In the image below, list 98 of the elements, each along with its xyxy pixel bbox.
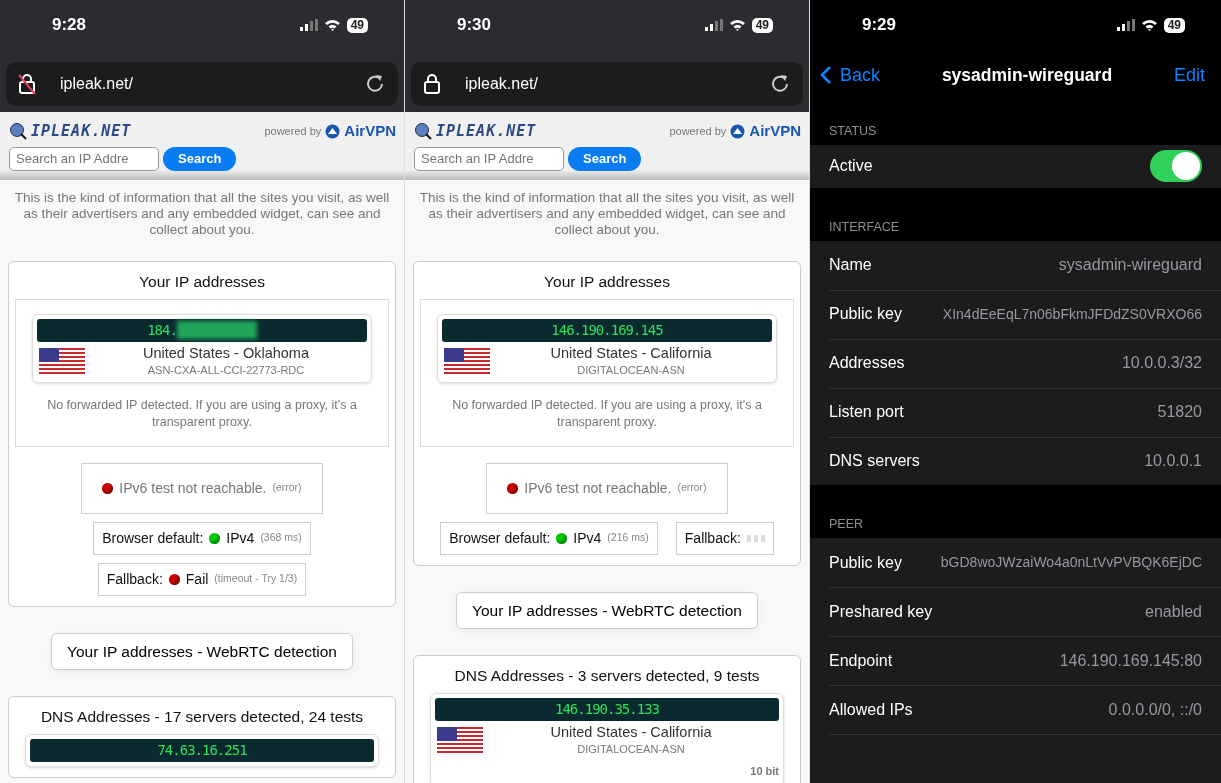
- row-value: enabled: [1145, 601, 1202, 622]
- address-bar[interactable]: ipleak.net/: [411, 62, 803, 106]
- location-text: United States - Oklahoma: [142, 345, 310, 362]
- test-label: Browser default:: [449, 528, 551, 548]
- forward-note: No forwarded IP detected. If you are using a proxy, it's a transparent proxy.: [46, 397, 358, 430]
- row-label: Allowed IPs: [829, 699, 913, 720]
- location-text: United States - California: [549, 725, 713, 742]
- signal-icon: [1116, 19, 1135, 31]
- intro-paragraph: This is the kind of information that all the sites you visit, as well as their advertisers and any embedded widget, can see and collect about you.: [418, 189, 796, 240]
- test-note: (368 ms): [260, 530, 302, 546]
- test-note: (216 ms): [607, 530, 649, 546]
- card-title: Your IP addresses: [138, 271, 266, 292]
- wifi-icon: [1140, 19, 1158, 31]
- test-value: IPv4: [226, 528, 255, 548]
- battery-level: 49: [751, 17, 773, 33]
- powered-by-text: powered by: [264, 124, 322, 139]
- wifi-icon: [323, 19, 341, 31]
- site-logo[interactable]: IPLEAK.NET: [436, 120, 537, 143]
- ip-address: 74.63.16.251: [157, 741, 247, 761]
- test-value: IPv4: [573, 528, 602, 548]
- card-title: DNS Addresses - 3 servers detected, 9 tests: [453, 666, 761, 686]
- cloud-logo-icon: [325, 123, 341, 139]
- row-value: bGD8woJWzaiWo4a0nLtVvPVBQK6EjDC: [940, 553, 1202, 573]
- ip-address: 184.: [147, 320, 177, 340]
- row-label: Preshared key: [829, 601, 933, 622]
- battery-level: 49: [1163, 17, 1185, 33]
- loading-icon: [746, 533, 765, 543]
- brand-name[interactable]: AirVPN: [749, 120, 801, 143]
- flag-icon: [437, 727, 483, 756]
- flag-icon: [39, 348, 85, 377]
- cloud-logo-icon: [730, 123, 746, 139]
- search-field[interactable]: Search an IP Addre: [414, 146, 564, 171]
- row-value: 0.0.0.0/0, ::/0: [1108, 699, 1202, 720]
- url-text: ipleak.net/: [60, 74, 134, 94]
- row-value: 51820: [1157, 402, 1202, 423]
- reload-icon[interactable]: [364, 73, 386, 95]
- error-note: (error): [272, 480, 302, 496]
- signal-icon: [704, 19, 723, 31]
- nav-title: sysadmin-wireguard: [941, 63, 1113, 87]
- toggle-switch[interactable]: [1150, 150, 1202, 183]
- clock-time: 9:28: [52, 14, 87, 37]
- battery-level: 49: [346, 17, 368, 33]
- test-value: Fail: [185, 569, 209, 589]
- isp-text: DIGITALOCEAN-ASN: [576, 742, 686, 758]
- test-label: Browser default:: [102, 528, 204, 548]
- location-text: United States - California: [549, 345, 713, 362]
- test-label: Fallback:: [106, 569, 163, 589]
- error-note: (error): [677, 480, 707, 496]
- row-value: 146.190.169.145:80: [1059, 650, 1202, 671]
- powered-by-text: powered by: [669, 124, 727, 139]
- back-button[interactable]: Back: [820, 61, 881, 89]
- row-label: Public key: [829, 552, 902, 573]
- bits-text: 10 bit: [750, 764, 779, 777]
- edit-button[interactable]: Edit: [1173, 61, 1205, 89]
- search-button[interactable]: Search: [163, 146, 237, 171]
- row-label: Active: [829, 156, 873, 177]
- row-value: XIn4dEeEqL7n06bFkmJFDdZS0VRXO66: [942, 304, 1202, 324]
- row-value: sysadmin-wireguard: [1058, 255, 1202, 276]
- section-header: PEER: [828, 516, 865, 534]
- clock-time: 9:29: [862, 14, 897, 37]
- isp-text: ASN-CXA-ALL-CCI-22773-RDC: [146, 362, 306, 378]
- row-label: DNS servers: [829, 451, 920, 471]
- test-label: Fallback:: [684, 528, 741, 548]
- row-label: Listen port: [829, 402, 904, 423]
- wifi-icon: [728, 19, 746, 31]
- magnifier-globe-icon: [9, 122, 27, 141]
- ipv6-text: IPv6 test not reachable.: [119, 478, 267, 498]
- chevron-left-icon: [820, 65, 832, 85]
- flag-icon: [444, 348, 490, 377]
- magnifier-globe-icon: [414, 122, 432, 141]
- search-field[interactable]: Search an IP Addre: [9, 146, 159, 171]
- address-bar[interactable]: ipleak.net/: [6, 62, 398, 106]
- row-label: Addresses: [829, 353, 905, 374]
- intro-paragraph: This is the kind of information that all the sites you visit, as well as their advertisers and any embedded widget, can see and collect about you.: [13, 189, 391, 240]
- brand-name[interactable]: AirVPN: [344, 120, 396, 143]
- forward-note: No forwarded IP detected. If you are using a proxy, it's a transparent proxy.: [451, 397, 763, 430]
- row-label: Public key: [829, 304, 902, 325]
- ipv6-text: IPv6 test not reachable.: [524, 478, 672, 498]
- section-header: INTERFACE: [828, 219, 901, 237]
- reload-icon[interactable]: [769, 73, 791, 95]
- ip-address: 146.190.169.145: [551, 320, 663, 340]
- signal-icon: [299, 19, 318, 31]
- clock-time: 9:30: [457, 14, 492, 37]
- webrtc-detection-button[interactable]: Your IP addresses - WebRTC detection: [51, 632, 353, 670]
- row-label: Name: [829, 255, 872, 276]
- row-label: Endpoint: [829, 650, 893, 671]
- card-title: Your IP addresses: [543, 271, 671, 292]
- webrtc-detection-button[interactable]: Your IP addresses - WebRTC detection: [456, 591, 758, 629]
- site-logo[interactable]: IPLEAK.NET: [31, 120, 132, 143]
- isp-text: DIGITALOCEAN-ASN: [576, 362, 686, 378]
- url-text: ipleak.net/: [465, 74, 539, 94]
- card-title: DNS Addresses - 17 servers detected, 24 tests: [39, 707, 365, 727]
- search-button[interactable]: Search: [568, 146, 642, 171]
- ip-address: 146.190.35.133: [555, 700, 659, 720]
- test-note: (timeout - Try 1/3): [214, 571, 298, 587]
- row-value: 10.0.0.1: [1144, 451, 1202, 471]
- section-header: STATUS: [828, 123, 878, 140]
- row-value: 10.0.0.3/32: [1121, 353, 1202, 374]
